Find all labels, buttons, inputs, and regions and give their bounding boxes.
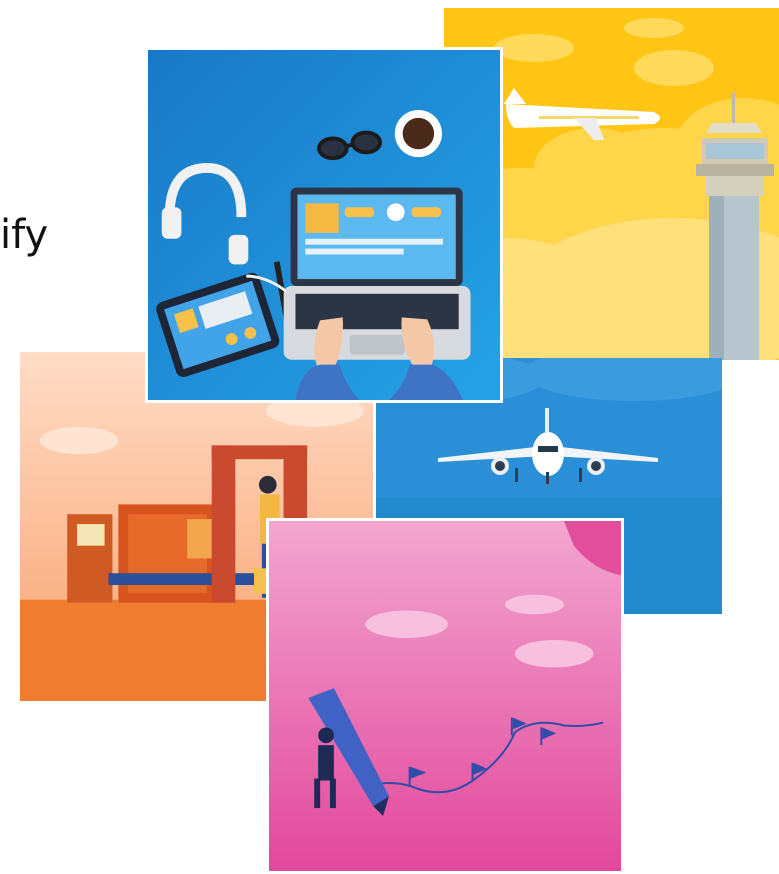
laptop-desk-illustration	[145, 47, 503, 403]
pencil-flags-illustration	[266, 518, 624, 874]
slide-text-fragment: ify	[0, 212, 49, 258]
